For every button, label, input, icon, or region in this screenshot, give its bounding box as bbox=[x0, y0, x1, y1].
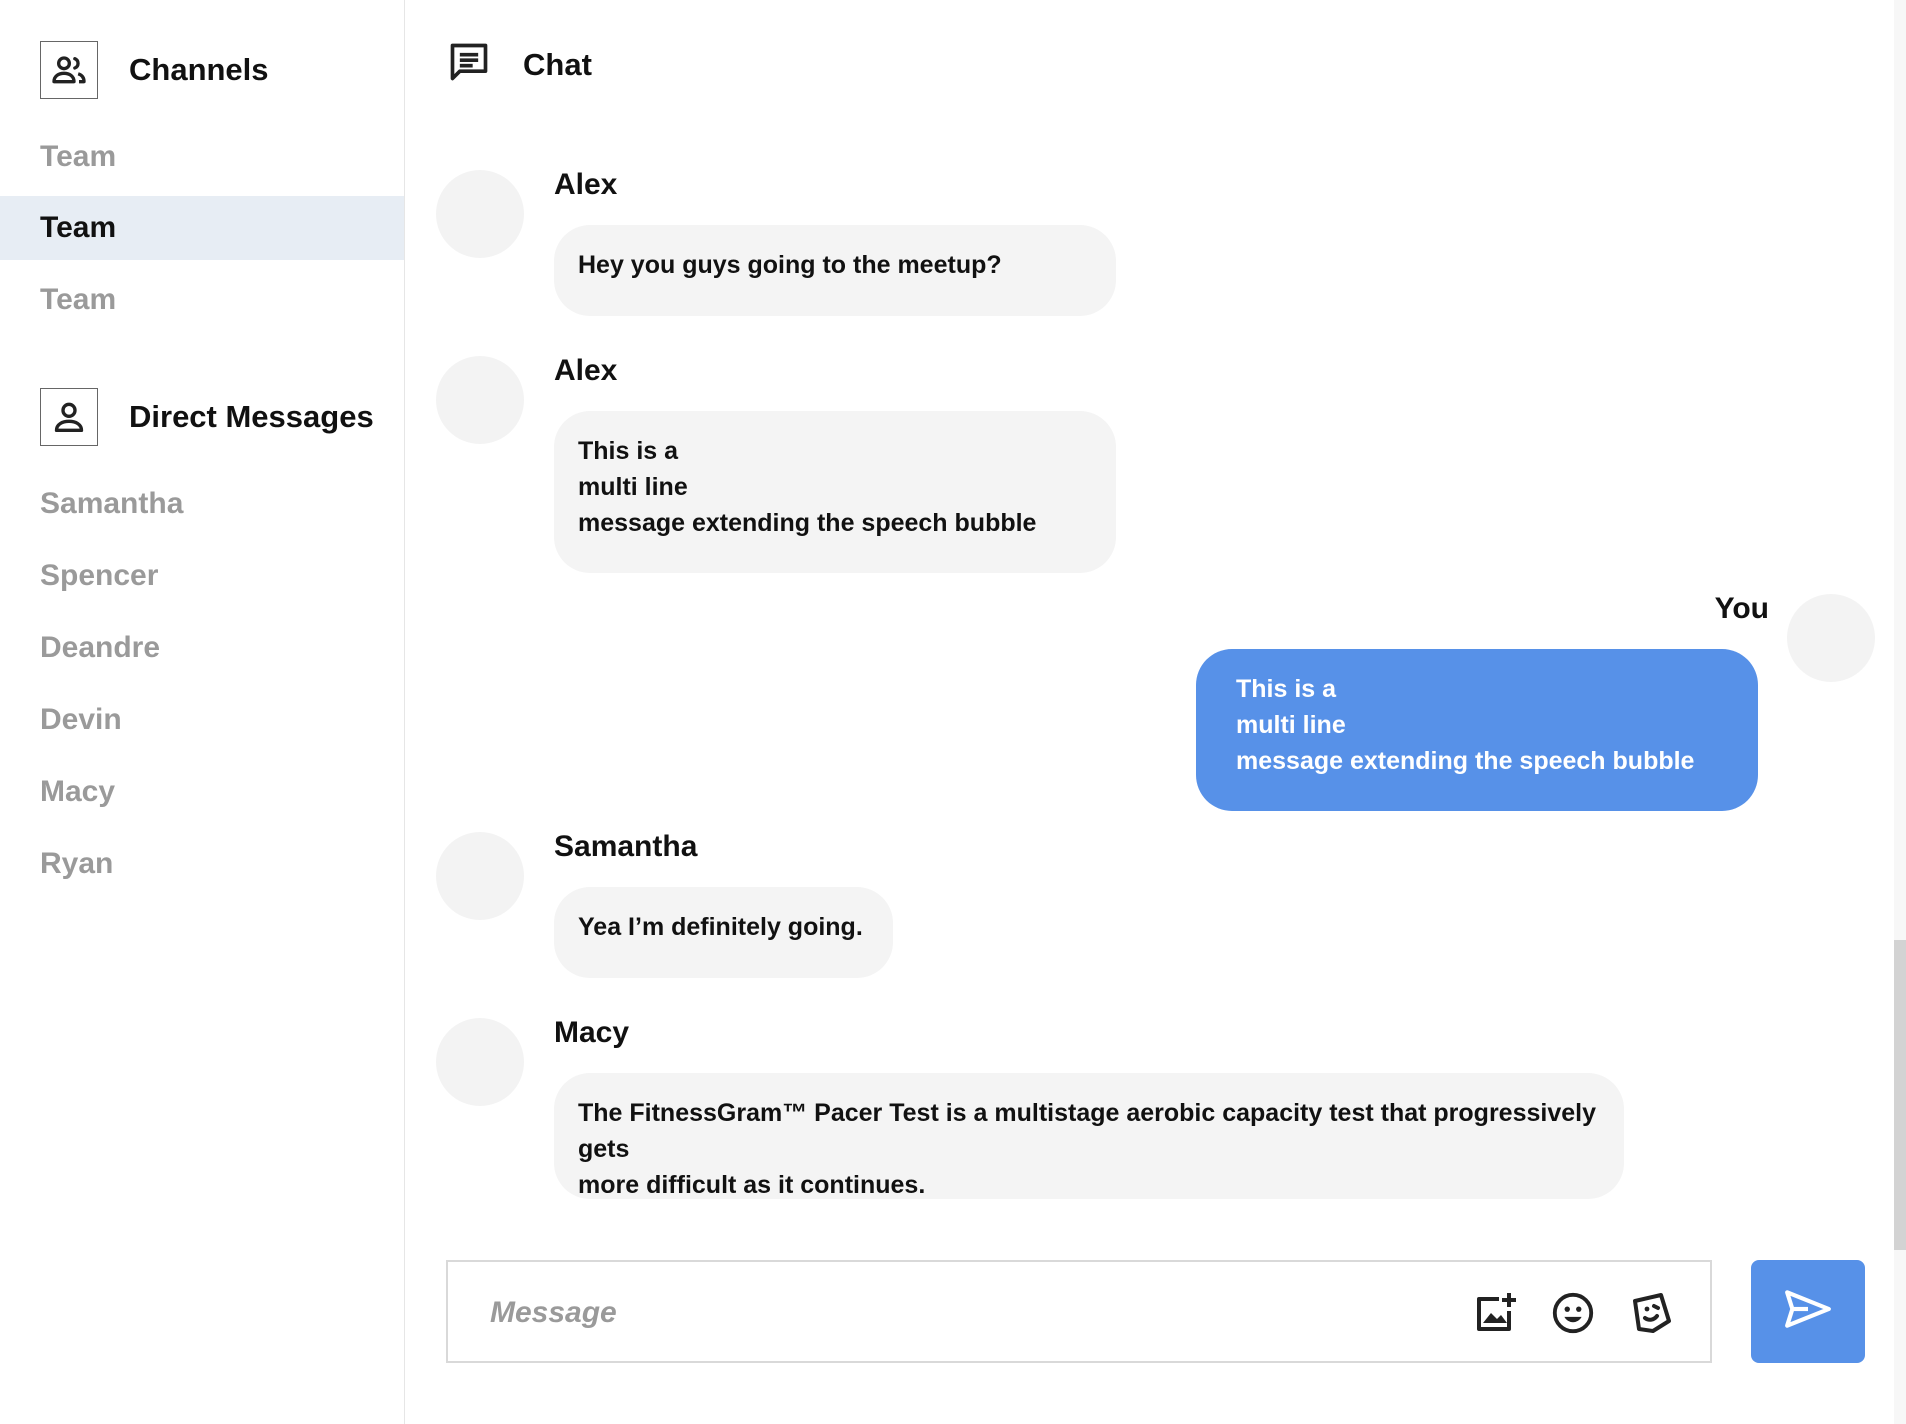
scrollbar-thumb[interactable] bbox=[1894, 940, 1906, 1250]
chat-title: Chat bbox=[523, 46, 592, 82]
dm-item-devin[interactable]: Devin bbox=[0, 688, 404, 752]
dm-header: Direct Messages bbox=[40, 388, 374, 446]
message-sender: Macy bbox=[554, 1016, 630, 1049]
message-bubble: The FitnessGram™ Pacer Test is a multist… bbox=[554, 1073, 1624, 1199]
message-sender: Alex bbox=[554, 168, 618, 201]
dm-item-ryan[interactable]: Ryan bbox=[0, 832, 404, 896]
channels-header: Channels bbox=[40, 41, 269, 99]
chat-header: Chat bbox=[447, 40, 592, 89]
chat-panel: Chat Alex Hey you guys going to the meet… bbox=[405, 0, 1906, 1424]
channel-item-active[interactable]: Team bbox=[0, 196, 404, 260]
avatar bbox=[436, 832, 524, 920]
avatar bbox=[436, 170, 524, 258]
add-image-icon[interactable] bbox=[1470, 1288, 1520, 1338]
channel-item[interactable]: Team bbox=[0, 125, 404, 189]
scrollbar[interactable] bbox=[1894, 0, 1906, 1424]
message-input[interactable] bbox=[488, 1282, 1392, 1344]
avatar bbox=[1787, 594, 1875, 682]
channels-title: Channels bbox=[129, 52, 269, 87]
group-icon bbox=[40, 41, 98, 99]
send-button[interactable] bbox=[1751, 1260, 1865, 1363]
avatar bbox=[436, 356, 524, 444]
send-icon bbox=[1783, 1287, 1833, 1336]
emoji-icon[interactable] bbox=[1548, 1288, 1598, 1338]
avatar bbox=[436, 1018, 524, 1106]
message-sender: Alex bbox=[554, 354, 618, 387]
message-composer bbox=[446, 1260, 1712, 1363]
dm-item-macy[interactable]: Macy bbox=[0, 760, 404, 824]
message-bubble: Hey you guys going to the meetup? bbox=[554, 225, 1116, 316]
person-icon bbox=[40, 388, 98, 446]
message-bubble-mine: This is a multi line message extending t… bbox=[1196, 649, 1758, 811]
message-sender: Samantha bbox=[554, 830, 698, 863]
message-bubble: This is a multi line message extending t… bbox=[554, 411, 1116, 573]
chat-icon bbox=[447, 40, 491, 89]
dm-item-spencer[interactable]: Spencer bbox=[0, 544, 404, 608]
sidebar: Channels Team Team Team Direct Messages … bbox=[0, 0, 405, 1424]
message-bubble: Yea I’m definitely going. bbox=[554, 887, 893, 978]
message-sender: You bbox=[1714, 592, 1769, 625]
dm-title: Direct Messages bbox=[129, 399, 374, 434]
channel-item[interactable]: Team bbox=[0, 268, 404, 332]
dm-item-samantha[interactable]: Samantha bbox=[0, 472, 404, 536]
dm-item-deandre[interactable]: Deandre bbox=[0, 616, 404, 680]
sticker-icon[interactable] bbox=[1626, 1288, 1676, 1338]
